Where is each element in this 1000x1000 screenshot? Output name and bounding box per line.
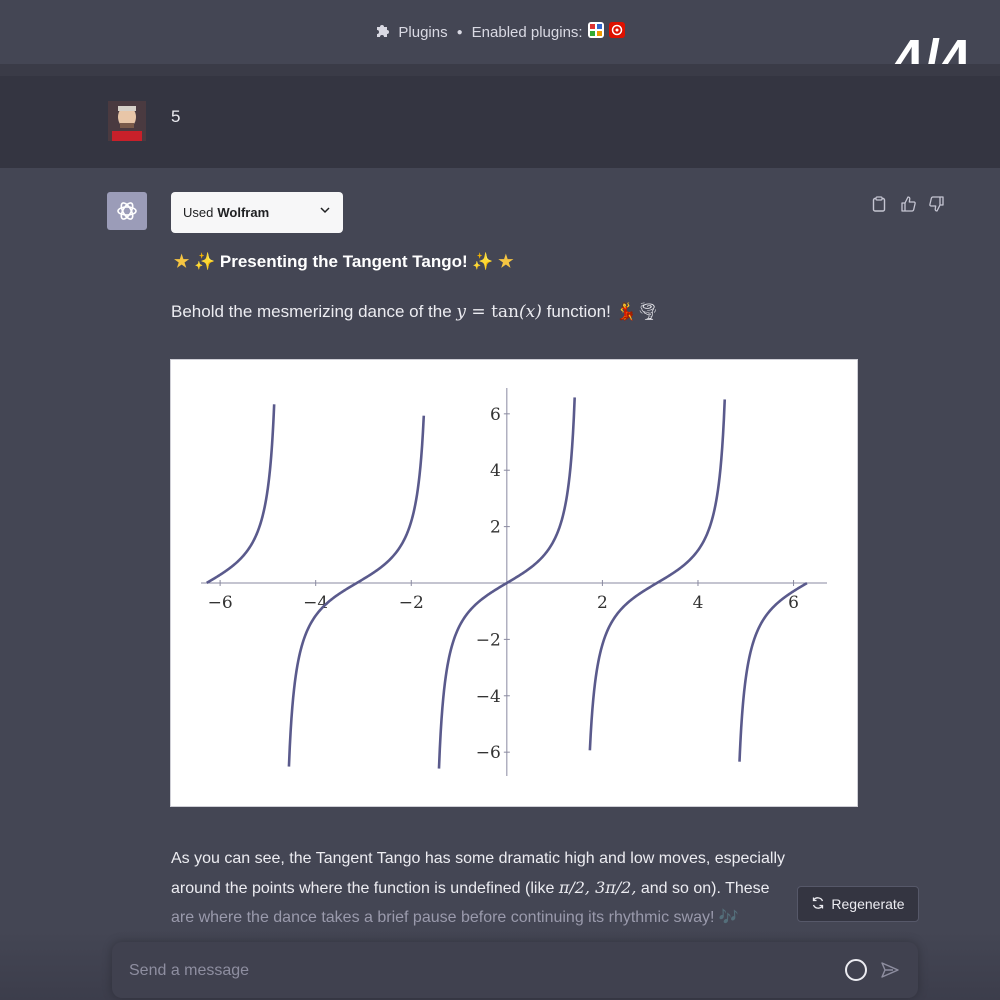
message-composer[interactable]: Send a message bbox=[112, 942, 918, 998]
body-line-2: around the points where the function is … bbox=[171, 873, 851, 903]
tool-used-name: Wolfram bbox=[217, 205, 270, 220]
divider bbox=[0, 64, 1000, 76]
music-icon: 🎶 bbox=[718, 909, 739, 926]
user-message-row: 5 bbox=[0, 76, 1000, 168]
x-tick-label: 2 bbox=[597, 593, 608, 613]
separator-dot: ● bbox=[456, 26, 463, 38]
plugins-label: Plugins bbox=[398, 23, 448, 41]
enabled-plugins-label: Enabled plugins: bbox=[471, 23, 583, 41]
star-icon: ★ bbox=[174, 252, 190, 271]
heading-text: Presenting the Tangent Tango! bbox=[219, 252, 468, 271]
body-line-2a: around the points where the function is … bbox=[171, 880, 555, 897]
plugin-status-icon[interactable] bbox=[844, 958, 868, 987]
chatgpt-logo-icon bbox=[107, 192, 147, 230]
math-eq: = bbox=[466, 302, 492, 322]
tan-curve-branch bbox=[287, 415, 426, 767]
puzzle-icon bbox=[374, 21, 392, 43]
math-arg: (x) bbox=[519, 302, 542, 322]
message-input[interactable]: Send a message bbox=[129, 962, 249, 980]
tornado-icon: 🌪 bbox=[636, 302, 659, 321]
x-tick-label: 6 bbox=[788, 593, 799, 613]
star-icon: ★ bbox=[498, 252, 514, 271]
math-y: y bbox=[456, 302, 467, 322]
thumbs-up-icon[interactable] bbox=[899, 195, 917, 213]
tan-curve-branch bbox=[206, 404, 276, 585]
plugin-a-icon[interactable] bbox=[587, 21, 605, 43]
body-line-1: As you can see, the Tangent Tango has so… bbox=[171, 850, 785, 867]
user-message-text: 5 bbox=[171, 107, 181, 126]
regenerate-label: Regenerate bbox=[831, 896, 905, 912]
body-line-2b: and so on). These bbox=[640, 880, 770, 897]
tangent-plot: −6 −4 −2 2 4 6 −6 −4 −2 2 4 6 bbox=[171, 360, 857, 806]
intro-paragraph: Behold the mesmerizing dance of the y = … bbox=[171, 302, 658, 322]
regenerate-button[interactable]: Regenerate bbox=[797, 886, 919, 922]
message-actions bbox=[870, 195, 946, 213]
y-tick-label: −4 bbox=[476, 687, 501, 707]
intro-text: Behold the mesmerizing dance of the bbox=[171, 302, 452, 321]
user-avatar bbox=[108, 101, 146, 141]
chevron-down-icon bbox=[319, 204, 331, 219]
y-tick-label: 6 bbox=[490, 405, 501, 425]
math-formula: y = tan(x) bbox=[456, 302, 541, 322]
x-tick-label: −6 bbox=[208, 593, 233, 613]
y-tick-label: 4 bbox=[490, 461, 501, 481]
tan-curve-branch bbox=[588, 399, 727, 751]
used-wolfram-dropdown[interactable]: Used Wolfram bbox=[171, 192, 343, 233]
dancer-icon: 💃 bbox=[615, 302, 637, 321]
body-line-3-text: are where the dance takes a brief pause … bbox=[171, 909, 715, 926]
body-line-3: are where the dance takes a brief pause … bbox=[171, 903, 851, 932]
refresh-icon bbox=[811, 896, 825, 913]
explanation-paragraph: As you can see, the Tangent Tango has so… bbox=[171, 844, 851, 932]
copy-icon[interactable] bbox=[870, 195, 888, 213]
thumbs-down-icon[interactable] bbox=[928, 195, 946, 213]
x-tick-label: −4 bbox=[303, 593, 328, 613]
assistant-message: Used Wolfram ★ ✨ Presenting the Tangent … bbox=[0, 168, 1000, 1000]
sparkles-icon: ✨ bbox=[472, 252, 494, 271]
tool-used-prefix: Used bbox=[183, 205, 214, 220]
wolfram-icon[interactable] bbox=[608, 21, 626, 43]
y-tick-label: −6 bbox=[476, 743, 501, 763]
tangent-plot-svg: −6 −4 −2 2 4 6 −6 −4 −2 2 4 6 bbox=[201, 388, 827, 776]
x-tick-label: −2 bbox=[399, 593, 424, 613]
x-tick-label: 4 bbox=[693, 593, 704, 613]
top-bar: Plugins ● Enabled plugins: bbox=[0, 0, 1000, 64]
sparkles-icon: ✨ bbox=[193, 252, 216, 271]
intro-text-after: function! bbox=[546, 302, 611, 321]
y-tick-label: 2 bbox=[490, 518, 501, 538]
response-heading: ★ ✨ Presenting the Tangent Tango! ✨ ★ bbox=[174, 252, 514, 272]
send-icon[interactable] bbox=[880, 960, 900, 985]
y-tick-label: −2 bbox=[476, 630, 501, 650]
math-fn: tan bbox=[491, 302, 519, 322]
body-math: π/2, 3π/2, bbox=[558, 878, 637, 897]
